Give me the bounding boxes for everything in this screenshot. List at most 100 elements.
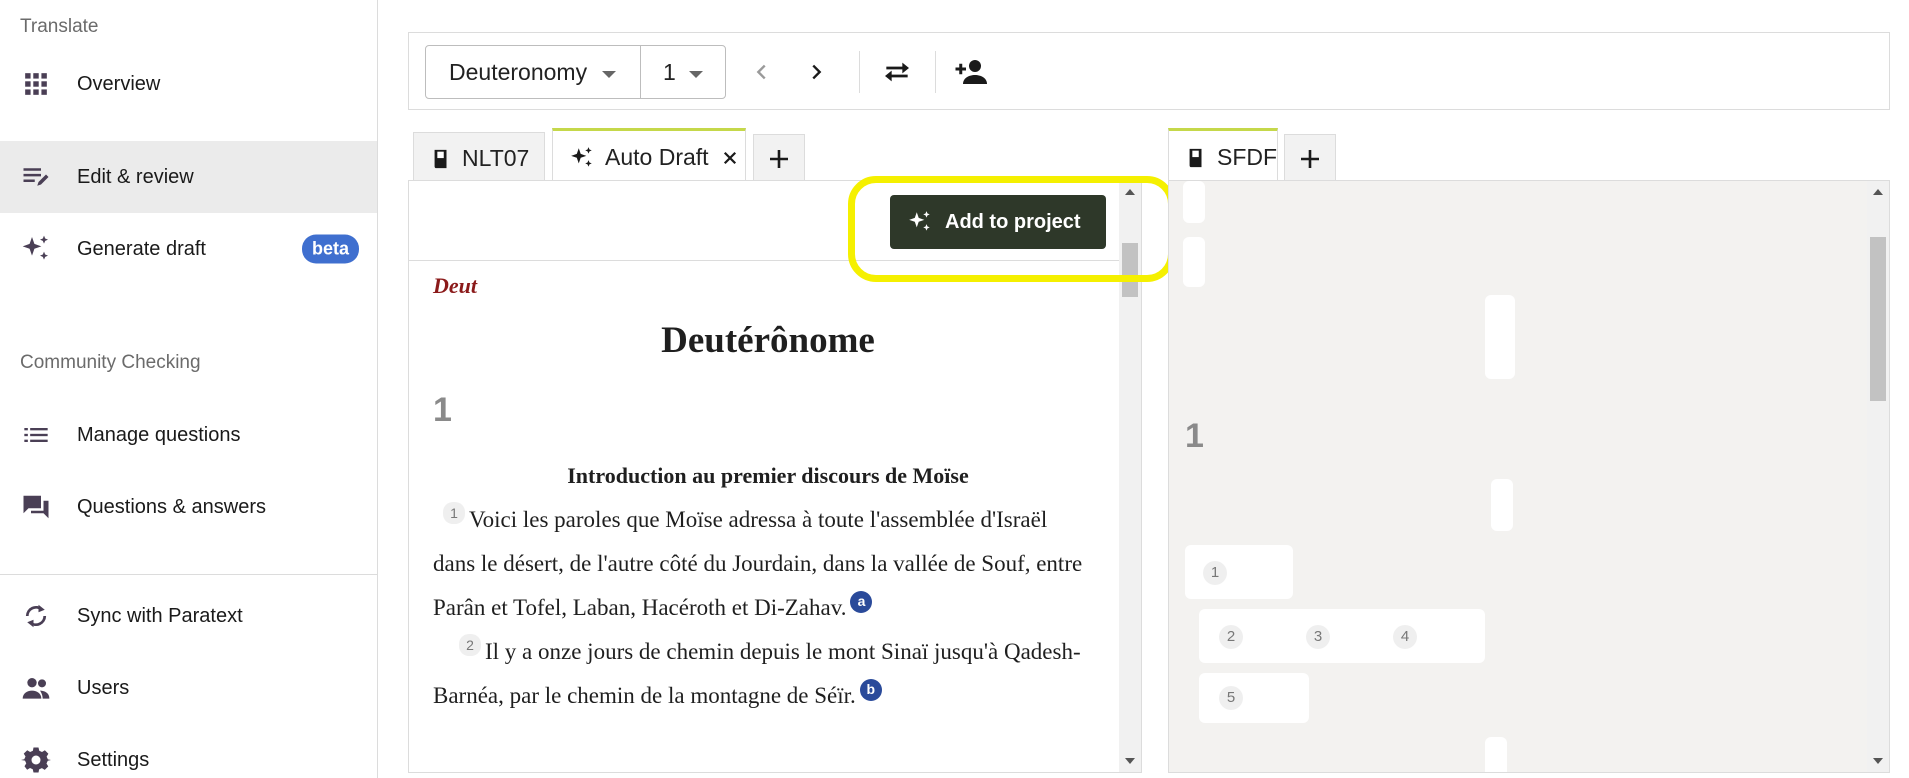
sidebar: Translate Overview Edit & review Generat…	[0, 0, 378, 778]
sidebar-item-sync[interactable]: Sync with Paratext	[0, 580, 377, 652]
scrollbar[interactable]	[1867, 181, 1889, 772]
section-heading: Introduction au premier discours de Moïs…	[567, 463, 969, 488]
verse-text[interactable]: Voici les paroles que Moïse adressa à to…	[433, 507, 1082, 620]
project-text-panel: 1 1 2 3 4 5	[1168, 180, 1890, 773]
toolbar-divider	[859, 51, 860, 93]
sidebar-divider	[0, 574, 377, 575]
scroll-thumb[interactable]	[1870, 237, 1886, 401]
sidebar-item-label: Questions & answers	[77, 495, 266, 518]
forum-icon	[20, 491, 52, 523]
plus-icon	[1301, 149, 1319, 168]
sidebar-item-label: Sync with Paratext	[77, 604, 243, 627]
scroll-down-arrow[interactable]	[1125, 758, 1135, 764]
sidebar-item-overview[interactable]: Overview	[0, 48, 377, 120]
tab-label: Auto Draft	[605, 144, 709, 170]
close-icon	[723, 151, 736, 164]
verse-number: 3	[1306, 625, 1330, 649]
sparkle-icon	[569, 145, 595, 171]
verse-segment[interactable]: 2 3 4	[1199, 609, 1485, 663]
sidebar-item-label: Edit & review	[77, 165, 194, 188]
verse-number: 5	[1219, 686, 1243, 710]
verse-text[interactable]: Il y a onze jours de chemin depuis le mo…	[433, 639, 1081, 708]
chapter-select[interactable]: 1	[640, 45, 726, 99]
list-icon	[20, 419, 52, 451]
chapter-number: 1	[433, 391, 452, 429]
app-root: Translate Overview Edit & review Generat…	[0, 0, 1909, 778]
sidebar-item-users[interactable]: Users	[0, 652, 377, 724]
verse-number: 1	[443, 502, 465, 525]
edit-notes-icon	[20, 161, 52, 193]
verse-number: 2	[459, 634, 481, 657]
chevron-left-icon	[756, 64, 766, 80]
verse-segment[interactable]: 5	[1199, 673, 1309, 723]
people-icon	[20, 672, 52, 704]
book-select[interactable]: Deuteronomy	[425, 45, 641, 99]
sidebar-item-label: Manage questions	[77, 423, 241, 446]
scroll-down-arrow[interactable]	[1873, 758, 1883, 764]
tab-sfdf[interactable]: SFDF	[1168, 128, 1278, 184]
chevron-down-icon	[602, 71, 616, 78]
prev-chapter-button[interactable]	[739, 47, 785, 97]
verse-number: 4	[1393, 625, 1417, 649]
person-add-icon	[955, 60, 987, 84]
scroll-up-arrow[interactable]	[1125, 189, 1135, 195]
sidebar-item-edit-review[interactable]: Edit & review	[0, 141, 377, 213]
close-tab-button[interactable]	[721, 149, 739, 167]
beta-badge: beta	[301, 234, 359, 264]
chapter-number: 1	[1185, 417, 1204, 455]
toolbar-divider	[935, 51, 936, 93]
empty-segment[interactable]	[1183, 237, 1205, 287]
tab-label: SFDF	[1217, 144, 1278, 170]
section-title-translate: Translate	[20, 16, 99, 37]
next-chapter-button[interactable]	[793, 47, 839, 97]
book-title: Deutérônome	[661, 320, 875, 361]
gear-icon	[20, 744, 52, 776]
sparkle-icon	[907, 209, 933, 235]
add-to-project-label: Add to project	[945, 210, 1081, 233]
book-icon	[430, 148, 452, 170]
sidebar-item-label: Overview	[77, 72, 161, 95]
sidebar-item-questions-answers[interactable]: Questions & answers	[0, 471, 377, 543]
sync-icon	[20, 600, 52, 632]
sidebar-item-generate-draft[interactable]: Generate draft beta	[0, 213, 377, 285]
empty-segment[interactable]	[1183, 181, 1205, 223]
swap-button[interactable]	[874, 47, 920, 97]
section-title-community-checking: Community Checking	[20, 352, 201, 373]
tab-label: NLT07	[462, 145, 530, 171]
draft-action-bar: Add to project	[409, 181, 1121, 261]
sidebar-item-settings[interactable]: Settings	[0, 724, 377, 778]
draft-text-panel: Add to project Deut Deutérônome 1 Introd…	[408, 180, 1142, 773]
empty-segment[interactable]	[1485, 737, 1507, 772]
sparkle-icon	[20, 233, 52, 265]
chevron-down-icon	[689, 71, 703, 78]
add-user-button[interactable]	[949, 47, 995, 97]
verse-segment[interactable]: 1	[1185, 545, 1293, 599]
plus-icon	[770, 149, 788, 168]
sidebar-item-manage-questions[interactable]: Manage questions	[0, 399, 377, 471]
scrollbar[interactable]	[1119, 181, 1141, 772]
footnote-marker[interactable]: a	[850, 591, 873, 614]
tab-auto-draft[interactable]: Auto Draft	[552, 128, 746, 184]
book-select-value: Deuteronomy	[449, 58, 588, 85]
add-tab-button[interactable]	[753, 134, 805, 182]
verses: 1 Voici les paroles que Moïse adressa à t…	[433, 498, 1089, 718]
empty-segment[interactable]	[1485, 295, 1515, 379]
swap-icon	[885, 62, 909, 82]
chevron-right-icon	[812, 64, 822, 80]
tab-nlt07[interactable]: NLT07	[413, 132, 545, 184]
book-chapter-toolbar: Deuteronomy 1	[408, 32, 1890, 110]
scroll-thumb[interactable]	[1122, 243, 1138, 297]
grid-icon	[20, 68, 52, 100]
empty-segment[interactable]	[1491, 479, 1513, 531]
book-code: Deut	[433, 273, 477, 298]
verse-number: 2	[1219, 625, 1243, 649]
sidebar-item-label: Settings	[77, 748, 150, 771]
chapter-select-value: 1	[663, 58, 676, 85]
book-icon	[1185, 147, 1207, 169]
footnote-marker[interactable]: b	[859, 679, 882, 702]
scroll-up-arrow[interactable]	[1873, 189, 1883, 195]
add-to-project-button[interactable]: Add to project	[890, 195, 1106, 249]
verse-number: 1	[1203, 561, 1227, 585]
add-tab-button[interactable]	[1284, 134, 1336, 182]
sidebar-item-label: Users	[77, 676, 130, 699]
